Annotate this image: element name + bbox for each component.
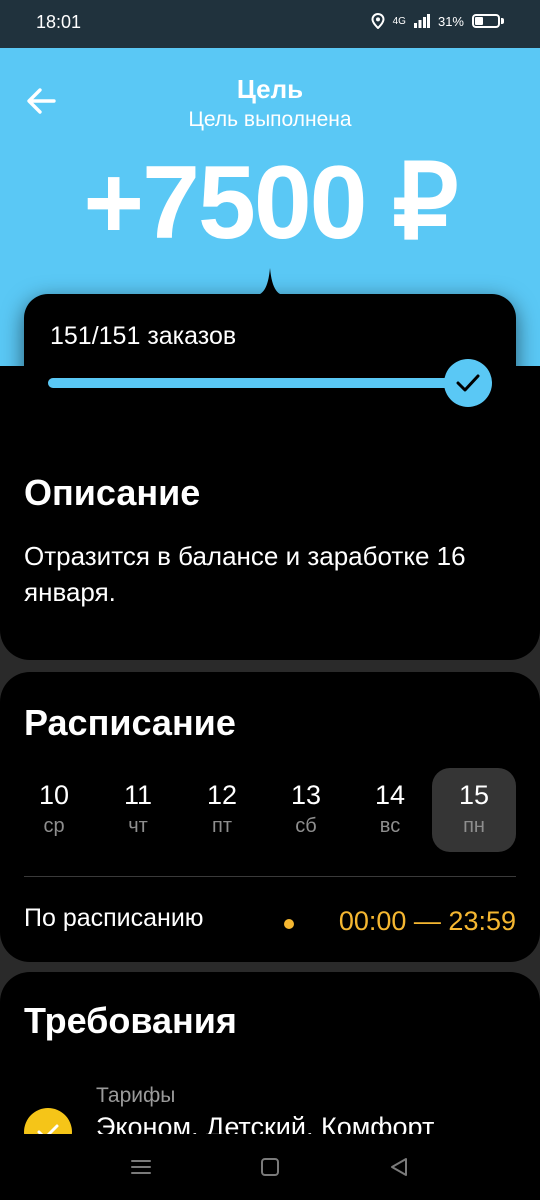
- requirements-title: Требования: [24, 1000, 237, 1041]
- home-icon: [261, 1158, 279, 1176]
- checkmark-icon: [456, 374, 480, 392]
- page-title: Цель: [236, 74, 304, 104]
- page-subtitle: Цель выполнена: [188, 108, 352, 131]
- signal-icon: [413, 14, 430, 28]
- battery-percent: 31%: [437, 13, 464, 29]
- status-icons: 4G 31%: [371, 13, 504, 29]
- day-number: 14: [374, 780, 406, 810]
- system-back-button[interactable]: [384, 1154, 414, 1180]
- day-item-selected[interactable]: 15 пн: [432, 768, 516, 852]
- status-time: 18:01: [36, 12, 82, 32]
- status-bar: 18:01 4G 31%: [0, 0, 540, 48]
- day-item[interactable]: 10 ср: [12, 768, 96, 852]
- day-weekday: чт: [128, 815, 148, 837]
- day-selector: 10 ср 11 чт 12 пт 13 сб 14 вс 15 пн: [12, 768, 528, 852]
- schedule-card: Расписание 10 ср 11 чт 12 пт 13 сб 14 вс…: [0, 672, 540, 962]
- day-number: 10: [38, 780, 70, 810]
- description-title: Описание: [24, 472, 201, 513]
- day-number: 15: [458, 780, 490, 810]
- tariffs-label: Тарифы: [96, 1084, 176, 1107]
- schedule-label: По расписанию: [24, 904, 204, 932]
- progress-bar: [48, 378, 468, 388]
- progress-text: 151/151 заказов: [50, 322, 237, 350]
- progress-card: 151/151 заказов: [24, 294, 516, 420]
- reward-amount: +7500 ₽: [83, 145, 458, 261]
- day-item[interactable]: 13 сб: [264, 768, 348, 852]
- completed-badge: [444, 359, 492, 407]
- divider: [24, 876, 516, 877]
- day-item[interactable]: 14 вс: [348, 768, 432, 852]
- network-type: 4G: [392, 15, 406, 27]
- day-item[interactable]: 11 чт: [96, 768, 180, 852]
- back-triangle-icon: [391, 1158, 407, 1176]
- menu-icon: [131, 1160, 151, 1174]
- schedule-title: Расписание: [24, 702, 236, 743]
- progress-bar-fill: [48, 378, 468, 388]
- day-weekday: пт: [212, 815, 232, 837]
- home-button[interactable]: [255, 1154, 285, 1180]
- day-weekday: сб: [295, 815, 317, 837]
- day-number: 13: [290, 780, 322, 810]
- day-weekday: вс: [379, 815, 401, 837]
- schedule-status-dot: [284, 919, 294, 929]
- description-text: Отразится в балансе и заработке 16 январ…: [24, 541, 466, 607]
- day-number: 12: [206, 780, 238, 810]
- schedule-time: 00:00 — 23:59: [338, 906, 516, 936]
- day-item[interactable]: 12 пт: [180, 768, 264, 852]
- day-weekday: пн: [463, 815, 485, 837]
- day-number: 11: [123, 780, 153, 810]
- progress-pointer: [252, 268, 288, 296]
- battery-icon: [472, 14, 500, 28]
- system-nav-bar: [0, 1134, 540, 1200]
- day-weekday: ср: [43, 815, 65, 837]
- recent-apps-button[interactable]: [126, 1154, 156, 1180]
- location-icon: [371, 13, 385, 29]
